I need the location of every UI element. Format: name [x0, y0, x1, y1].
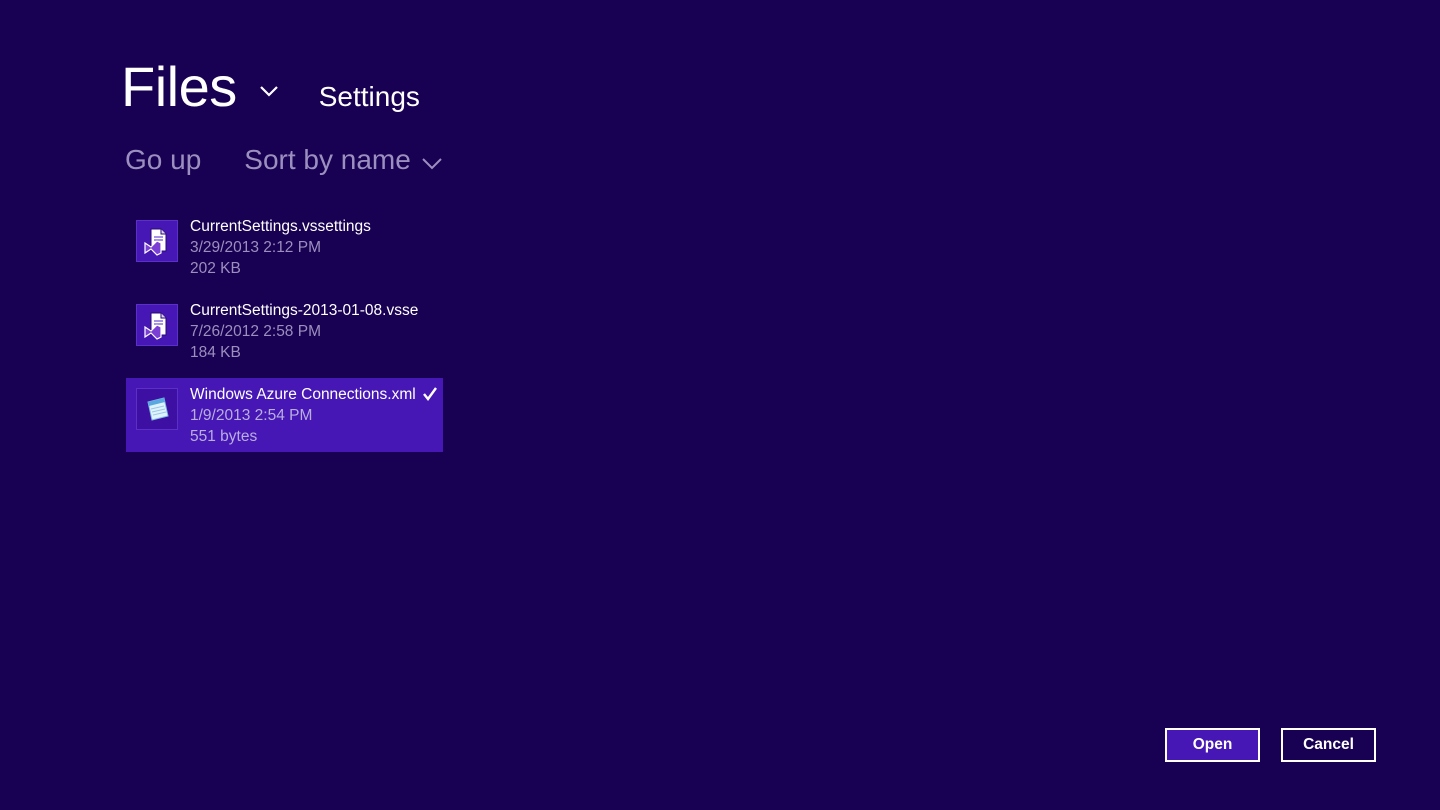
file-list: CurrentSettings.vssettings 3/29/2013 2:1…	[126, 210, 443, 462]
chevron-down-icon[interactable]	[259, 81, 279, 101]
file-date: 7/26/2012 2:58 PM	[190, 323, 321, 340]
file-item[interactable]: CurrentSettings.vssettings 3/29/2013 2:1…	[126, 210, 443, 284]
vs-settings-file-icon	[136, 220, 178, 262]
file-item-selected[interactable]: Windows Azure Connections.xml 1/9/2013 2…	[126, 378, 443, 452]
checkmark-icon	[423, 387, 437, 401]
cancel-button[interactable]: Cancel	[1281, 728, 1376, 762]
command-bar: Go up Sort by name	[125, 140, 443, 180]
page-title: Files	[121, 55, 237, 118]
file-size: 184 KB	[190, 344, 241, 361]
file-name: CurrentSettings-2013-01-08.vsset...	[190, 302, 418, 319]
file-date: 1/9/2013 2:54 PM	[190, 407, 313, 424]
open-button[interactable]: Open	[1165, 728, 1260, 762]
location-selector[interactable]: Settings	[319, 81, 420, 113]
page-header: Files Settings	[121, 52, 420, 122]
file-item[interactable]: CurrentSettings-2013-01-08.vsset... 7/26…	[126, 294, 443, 368]
go-up-button[interactable]: Go up	[125, 140, 201, 180]
file-name: Windows Azure Connections.xml	[190, 386, 416, 403]
dialog-buttons: Open Cancel	[1165, 728, 1376, 762]
chevron-down-icon[interactable]	[421, 152, 443, 174]
file-size: 551 bytes	[190, 428, 258, 445]
file-size: 202 KB	[190, 260, 241, 277]
vs-settings-file-icon	[136, 304, 178, 346]
file-name: CurrentSettings.vssettings	[190, 218, 371, 235]
file-date: 3/29/2013 2:12 PM	[190, 239, 321, 256]
sort-by-button[interactable]: Sort by name	[244, 140, 411, 180]
notepad-file-icon	[136, 388, 178, 430]
